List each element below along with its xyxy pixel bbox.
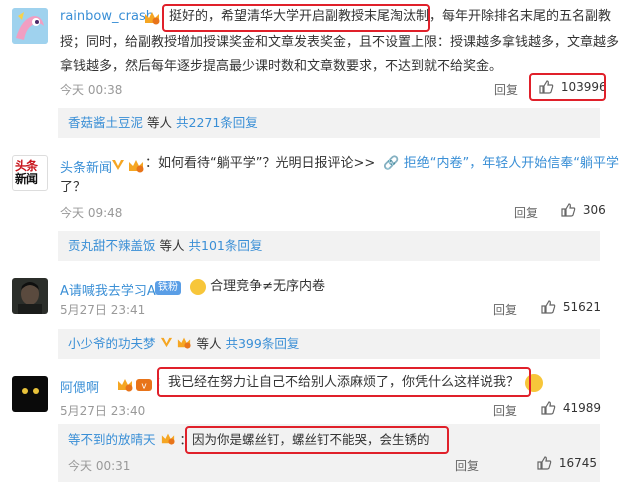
- comment-username[interactable]: 头条新闻: [60, 157, 112, 176]
- member-crown-icon: [127, 157, 145, 177]
- comment-time: 今天 00:38: [60, 83, 123, 97]
- thumbs-up-icon: [537, 456, 552, 470]
- highlight-box: [157, 367, 531, 397]
- reply-count-link[interactable]: 共101条回复: [189, 238, 263, 253]
- reply-count-link[interactable]: 共2271条回复: [176, 115, 258, 130]
- comment-time: 5月27日 23:40: [60, 404, 146, 418]
- reply-button[interactable]: 回复: [493, 402, 517, 419]
- member-crown-icon: [176, 330, 192, 360]
- member-crown-icon: [143, 9, 161, 29]
- reply-username[interactable]: 等不到的放晴天: [68, 432, 156, 447]
- reply-count-link[interactable]: 共399条回复: [225, 336, 299, 351]
- vip-icon: v: [136, 377, 152, 396]
- highlight-box: [529, 73, 606, 101]
- reply-button[interactable]: 回复: [455, 457, 479, 474]
- avatar-text: 头条 新闻: [15, 159, 38, 186]
- comment-text-line: ：如何看待“躺平学”？光明日报评论>> 🔗 拒绝“内卷”，年轻人开始信奉“躺平学…: [145, 152, 620, 176]
- verified-v-icon: [111, 157, 125, 176]
- comment-text-line: 了？: [60, 180, 87, 195]
- reply-thread[interactable]: 香菇酱土豆泥 等人 共2271条回复: [58, 108, 600, 138]
- comment-time: 今天 09:48: [60, 206, 123, 220]
- reply-button[interactable]: 回复: [494, 81, 518, 98]
- member-crown-icon: [116, 376, 134, 396]
- reply-others-text: 等人: [196, 336, 222, 351]
- article-link[interactable]: 拒绝“内卷”，年轻人开始信奉“躺平学”: [404, 156, 620, 171]
- reply-username[interactable]: 香菇酱土豆泥: [68, 115, 143, 130]
- comment-username[interactable]: rainbow_crash: [60, 9, 154, 24]
- reply-others-text: 等人: [147, 115, 173, 130]
- highlight-box: [162, 4, 430, 32]
- comment-username[interactable]: A请喊我去学习A: [60, 280, 156, 299]
- reply-thread[interactable]: 贡丸甜不辣盖饭 等人 共101条回复: [58, 231, 600, 261]
- like-button[interactable]: 16745: [536, 455, 597, 471]
- thumbs-up-icon: [541, 401, 556, 415]
- thumbs-up-icon: [561, 203, 576, 217]
- avatar[interactable]: [12, 8, 48, 44]
- highlight-box: [185, 426, 449, 454]
- fan-badge: 铁粉: [155, 281, 181, 295]
- member-crown-icon: [160, 431, 176, 451]
- like-button[interactable]: 51621: [540, 299, 601, 315]
- link-icon: 🔗: [383, 156, 400, 171]
- reply-username[interactable]: 小少爷的功夫梦: [68, 336, 156, 351]
- reply-others-text: 等人: [159, 238, 185, 253]
- svg-text:v: v: [141, 382, 147, 392]
- comment-username[interactable]: 阿偲啊: [60, 377, 99, 396]
- reply-time: 今天 00:31: [68, 459, 131, 473]
- emoji-icon: [190, 278, 206, 295]
- avatar[interactable]: [12, 376, 48, 412]
- thumbs-up-icon: [541, 300, 556, 314]
- comment-text-line: 授；同时，给副教授增加授课奖金和文章发表奖金，且不设置上限：授课越多拿钱越多，文…: [60, 35, 620, 50]
- avatar[interactable]: [12, 278, 48, 314]
- verified-v-icon: [160, 330, 173, 360]
- reply-thread[interactable]: 小少爷的功夫梦 等人 共399条回复: [58, 329, 600, 359]
- comment-text-line: 拿钱越多，然后每年逐步提高最少课时数和文章数要求，不达到就不给奖金。: [60, 59, 503, 74]
- comment-text-line: 合理竞争≠无序内卷: [190, 275, 325, 299]
- like-button[interactable]: 306: [560, 202, 606, 218]
- reply-button[interactable]: 回复: [493, 301, 517, 318]
- reply-username[interactable]: 贡丸甜不辣盖饭: [68, 238, 156, 253]
- reply-button[interactable]: 回复: [514, 204, 538, 221]
- avatar[interactable]: 头条 新闻: [12, 155, 48, 191]
- comment-time: 5月27日 23:41: [60, 303, 146, 317]
- like-button[interactable]: 41989: [540, 400, 601, 416]
